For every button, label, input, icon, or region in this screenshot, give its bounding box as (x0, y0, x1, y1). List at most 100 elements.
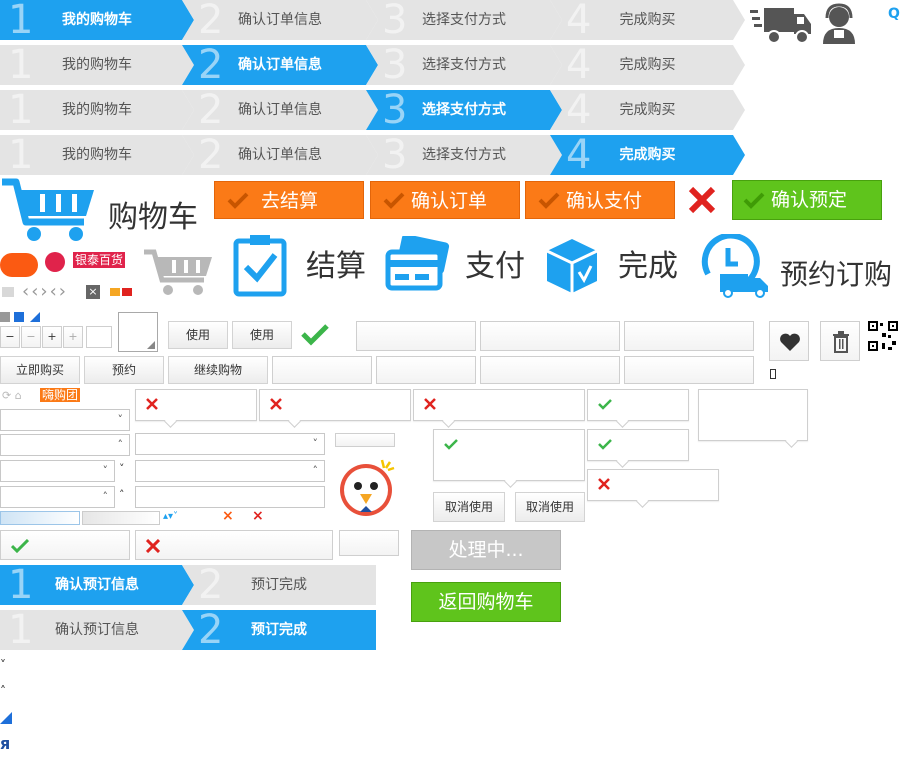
package-icon (544, 236, 600, 296)
step-3-row-3: 3 选择支付方式 (366, 88, 562, 132)
step-2-row-1: 2 确认订单信息 (182, 0, 378, 42)
check-icon (598, 439, 612, 450)
plus-button[interactable]: + (42, 326, 62, 348)
error-bar (135, 530, 333, 560)
orange-pill-icon (0, 253, 38, 277)
step-2-row-2: 2 预订完成 (182, 608, 376, 652)
cart-title: 购物车 (108, 200, 198, 235)
step-2-row-3: 2 确认订单信息 (182, 88, 378, 132)
step-label: 完成购买 (619, 12, 676, 28)
step-label: 确认订单信息 (238, 57, 322, 73)
credit-card-icon (385, 234, 451, 294)
step-4-row-3: 4 完成购买 (550, 88, 745, 132)
refresh-icon: ⟳ ⌂ (2, 389, 22, 402)
empty-tip (698, 389, 808, 448)
select-1[interactable]: ˅ (0, 409, 130, 431)
step-label: 完成购买 (619, 102, 676, 118)
chevron-up-icon[interactable]: ˄ (119, 488, 125, 501)
x-icon (598, 478, 610, 490)
cancel-use-button-1[interactable]: 取消使用 (433, 492, 505, 522)
favorite-button[interactable] (769, 321, 809, 361)
confirm-payment-button[interactable]: 确认支付 (525, 181, 675, 219)
gray-cart-icon (142, 248, 216, 298)
empty-field-5[interactable] (376, 356, 476, 384)
cancel-use-button-2[interactable]: 取消使用 (515, 492, 585, 522)
x-icon-orange[interactable]: × (222, 508, 234, 524)
use-button-1[interactable]: 使用 (168, 321, 228, 349)
reserve-button[interactable]: 预约 (84, 356, 164, 384)
step-3-row-4: 3 选择支付方式 (366, 133, 562, 177)
select-6[interactable]: ˄ (135, 460, 325, 482)
step-4-row-1: 4 完成购买 (550, 0, 745, 42)
step-label: 预订完成 (251, 577, 307, 593)
step-label: 我的购物车 (62, 147, 132, 163)
minus-disabled-button[interactable]: − (21, 326, 41, 348)
success-bar (0, 530, 130, 560)
step-label: 确认订单信息 (238, 102, 322, 118)
step-4-row-2: 4 完成购买 (550, 43, 745, 87)
heart-icon (780, 333, 800, 351)
empty-field-7[interactable] (624, 356, 754, 384)
quantity-stepper[interactable]: − − + + (0, 326, 86, 348)
box-close-icon[interactable]: × (86, 285, 100, 299)
check-icon (538, 192, 560, 209)
empty-field-1[interactable] (356, 321, 476, 351)
cart-icon (0, 178, 100, 244)
select-3[interactable]: ˅ (0, 460, 115, 482)
empty-field-6[interactable] (480, 356, 620, 384)
x-icon-red[interactable]: × (252, 508, 264, 524)
step-4-row-4: 4 完成购买 (550, 133, 745, 177)
back-to-cart-button[interactable]: 返回购物车 (411, 582, 561, 622)
select-5[interactable]: ˅ (135, 433, 325, 455)
x-icon (146, 539, 160, 553)
step-3-row-2: 3 选择支付方式 (366, 43, 562, 87)
error-tip-1 (135, 389, 257, 428)
x-icon (424, 398, 436, 410)
pattern-input-1[interactable] (0, 511, 80, 525)
tiny-arrows-icon[interactable]: ▴▾˅ (163, 511, 178, 522)
qr-code-icon[interactable] (868, 321, 898, 351)
use-button-2[interactable]: 使用 (232, 321, 292, 349)
confirm-booking-button[interactable]: 确认预定 (732, 180, 882, 220)
continue-shopping-button[interactable]: 继续购物 (168, 356, 268, 384)
check-icon (743, 192, 765, 209)
phone-icon (770, 369, 776, 379)
chevron-down-icon[interactable]: ˅ (119, 462, 125, 475)
step-label: 确认预订信息 (55, 577, 139, 593)
confirm-order-button[interactable]: 确认订单 (370, 181, 520, 219)
buy-now-button[interactable]: 立即购买 (0, 356, 80, 384)
customer-service-icon (818, 2, 860, 44)
empty-field-4[interactable] (272, 356, 372, 384)
checkbox-large[interactable] (118, 312, 158, 352)
step-1-row-2: 1 我的购物车 (0, 43, 194, 87)
step-label: 我的购物车 (62, 57, 132, 73)
step-label: 完成购买 (619, 57, 676, 73)
checkout-button-label: 去结算 (261, 190, 319, 212)
error-tip-4 (587, 469, 719, 508)
plus-disabled-button[interactable]: + (63, 326, 83, 348)
select-7[interactable] (135, 486, 325, 508)
pattern-input-2[interactable] (82, 511, 160, 525)
quantity-input[interactable] (86, 326, 112, 348)
checkout-button[interactable]: 去结算 (214, 181, 364, 219)
empty-field-8[interactable] (339, 530, 399, 556)
select-4[interactable]: ˄ (0, 486, 115, 508)
error-tip-2 (259, 389, 411, 428)
minus-button[interactable]: − (0, 326, 20, 348)
delete-button[interactable] (820, 321, 860, 361)
step-2-row-1: 2 预订完成 (182, 563, 376, 607)
chevron-up-icon: ˄ (0, 684, 6, 698)
empty-field-2[interactable] (480, 321, 620, 351)
step-label: 确认预订信息 (55, 622, 139, 638)
bottom-glyph: я (0, 734, 11, 753)
check-icon (300, 322, 330, 346)
step-1-row-4: 1 我的购物车 (0, 133, 194, 177)
step-label: 选择支付方式 (422, 147, 506, 163)
select-2[interactable]: ˄ (0, 434, 130, 456)
empty-field-3[interactable] (624, 321, 754, 351)
empty-small-field[interactable] (335, 433, 395, 447)
close-icon[interactable] (688, 186, 716, 214)
step-label: 选择支付方式 (422, 12, 506, 28)
step-label: 完成购买 (619, 147, 676, 163)
help-icons (0, 311, 50, 323)
